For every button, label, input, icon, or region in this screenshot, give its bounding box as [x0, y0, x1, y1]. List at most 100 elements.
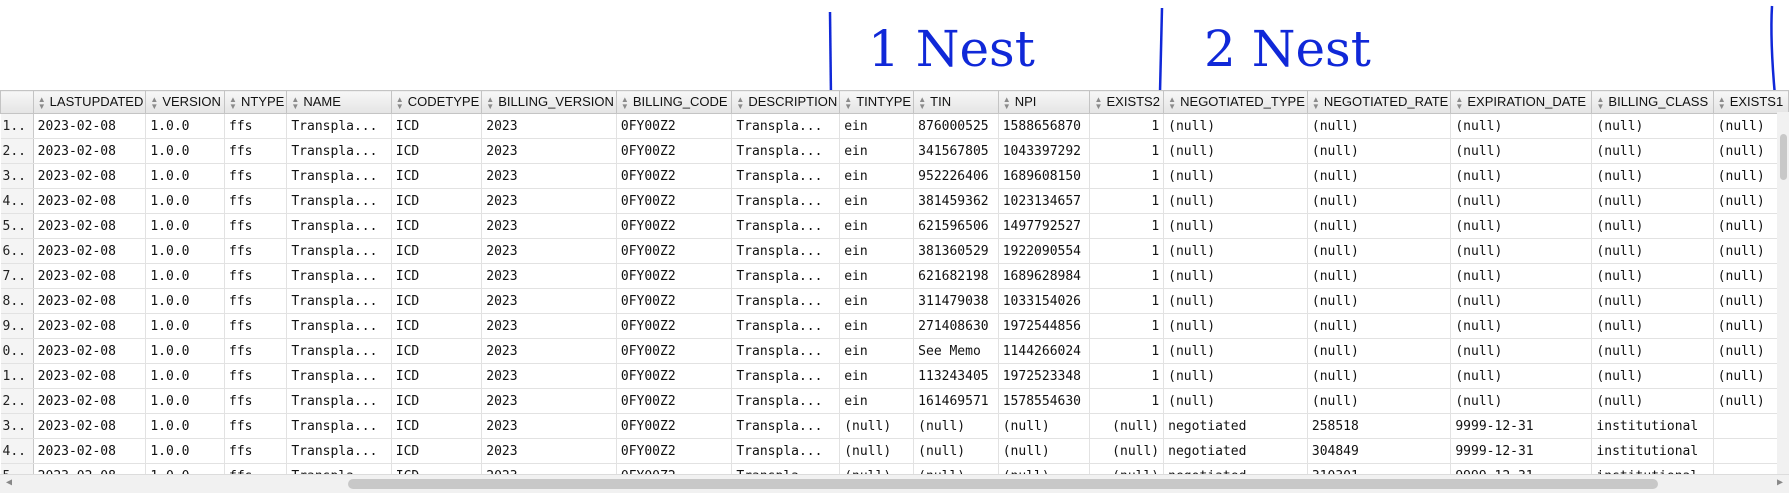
cell-version[interactable]: 1.0.0	[145, 263, 226, 289]
row-number[interactable]: 2..	[0, 388, 34, 414]
cell-version[interactable]: 1.0.0	[145, 163, 226, 189]
cell-npi[interactable]: (null)	[998, 463, 1091, 474]
cell-expiration-date[interactable]: (null)	[1450, 213, 1593, 239]
cell-ntype[interactable]: ffs	[224, 213, 288, 239]
sort-icon[interactable]: ▲ ▼	[396, 95, 404, 110]
row-number[interactable]: 6..	[0, 238, 34, 264]
cell-billing-class[interactable]: (null)	[1591, 238, 1714, 264]
cell-tin[interactable]: 113243405	[913, 363, 999, 389]
cell-billing-class[interactable]: (null)	[1591, 338, 1714, 364]
row-number[interactable]: 5..	[0, 463, 34, 474]
cell-negotiated-type[interactable]: (null)	[1163, 288, 1308, 314]
cell-codetype[interactable]: ICD	[391, 188, 483, 214]
sort-icon[interactable]: ▲ ▼	[844, 95, 852, 110]
cell-billing-version[interactable]: 2023	[481, 288, 617, 314]
cell-lastupdated[interactable]: 2023-02-08	[33, 163, 147, 189]
column-header-negotiated-type[interactable]: ▲ ▼ NEGOTIATED_TYPE	[1163, 90, 1308, 114]
column-header-billing-version[interactable]: ▲ ▼ BILLING_VERSION	[481, 90, 617, 114]
cell-negotiated-rate[interactable]: (null)	[1307, 363, 1452, 389]
vertical-scroll-thumb[interactable]	[1780, 134, 1787, 180]
row-number[interactable]: 3..	[0, 413, 34, 439]
cell-tin[interactable]: 621596506	[913, 213, 999, 239]
cell-tin[interactable]: 876000525	[913, 113, 999, 139]
cell-lastupdated[interactable]: 2023-02-08	[33, 213, 147, 239]
cell-lastupdated[interactable]: 2023-02-08	[33, 263, 147, 289]
cell-npi[interactable]: 1043397292	[998, 138, 1091, 164]
sort-icon[interactable]: ▲ ▼	[918, 95, 926, 110]
column-header-ntype[interactable]: ▲ ▼ NTYPE	[224, 90, 288, 114]
cell-npi[interactable]: 1922090554	[998, 238, 1091, 264]
cell-negotiated-rate[interactable]: 258518	[1307, 413, 1452, 439]
row-number[interactable]: 0..	[0, 338, 34, 364]
cell-tintype[interactable]: ein	[839, 138, 915, 164]
cell-exists2[interactable]: 1	[1089, 113, 1165, 139]
cell-ntype[interactable]: ffs	[224, 388, 288, 414]
cell-billing-class[interactable]: (null)	[1591, 363, 1714, 389]
cell-negotiated-type[interactable]: (null)	[1163, 238, 1308, 264]
cell-description[interactable]: Transpla...	[731, 113, 841, 139]
cell-exists2[interactable]: 1	[1089, 263, 1165, 289]
cell-version[interactable]: 1.0.0	[145, 338, 226, 364]
cell-tintype[interactable]: (null)	[839, 463, 915, 474]
cell-billing-class[interactable]: institutional	[1591, 463, 1714, 474]
cell-description[interactable]: Transpla...	[731, 388, 841, 414]
cell-exists2[interactable]: (null)	[1089, 438, 1165, 464]
cell-billing-class[interactable]: institutional	[1591, 413, 1714, 439]
cell-name[interactable]: Transpla...	[286, 363, 392, 389]
cell-exists2[interactable]: 1	[1089, 213, 1165, 239]
cell-description[interactable]: Transpla...	[731, 338, 841, 364]
cell-npi[interactable]: 1689608150	[998, 163, 1091, 189]
cell-tintype[interactable]: ein	[839, 238, 915, 264]
cell-negotiated-rate[interactable]: (null)	[1307, 238, 1452, 264]
table-row[interactable]: 3.. 2023-02-08 1.0.0 ffs Transpla... ICD 2023 0…	[0, 163, 1789, 189]
cell-tintype[interactable]: ein	[839, 363, 915, 389]
column-header-version[interactable]: ▲ ▼ VERSION	[145, 90, 226, 114]
scroll-left-icon[interactable]: ◀	[6, 477, 12, 488]
cell-tin[interactable]: (null)	[913, 413, 999, 439]
cell-expiration-date[interactable]: (null)	[1450, 113, 1593, 139]
cell-billing-code[interactable]: 0FY00Z2	[616, 188, 733, 214]
cell-expiration-date[interactable]: (null)	[1450, 163, 1593, 189]
cell-negotiated-rate[interactable]: (null)	[1307, 338, 1452, 364]
cell-negotiated-type[interactable]: (null)	[1163, 313, 1308, 339]
cell-codetype[interactable]: ICD	[391, 413, 483, 439]
column-header-expiration-date[interactable]: ▲ ▼ EXPIRATION_DATE	[1450, 90, 1593, 114]
cell-billing-version[interactable]: 2023	[481, 188, 617, 214]
cell-codetype[interactable]: ICD	[391, 363, 483, 389]
cell-version[interactable]: 1.0.0	[145, 113, 226, 139]
sort-icon[interactable]: ▲ ▼	[1094, 95, 1103, 110]
cell-negotiated-rate[interactable]: (null)	[1307, 288, 1452, 314]
sort-icon[interactable]: ▲ ▼	[736, 95, 744, 110]
cell-version[interactable]: 1.0.0	[145, 188, 226, 214]
cell-name[interactable]: Transpla...	[286, 138, 392, 164]
cell-billing-code[interactable]: 0FY00Z2	[616, 463, 733, 474]
cell-tintype[interactable]: ein	[839, 263, 915, 289]
cell-billing-version[interactable]: 2023	[481, 138, 617, 164]
cell-ntype[interactable]: ffs	[224, 313, 288, 339]
cell-billing-class[interactable]: (null)	[1591, 288, 1714, 314]
cell-name[interactable]: Transpla...	[286, 213, 392, 239]
cell-billing-class[interactable]: (null)	[1591, 113, 1714, 139]
column-header-lastupdated[interactable]: ▲ ▼ LASTUPDATED	[32, 90, 147, 114]
column-header-billing-class[interactable]: ▲ ▼ BILLING_CLASS	[1591, 90, 1714, 114]
table-row[interactable]: 9.. 2023-02-08 1.0.0 ffs Transpla... ICD 2023 0…	[0, 313, 1789, 339]
cell-billing-code[interactable]: 0FY00Z2	[616, 138, 733, 164]
cell-billing-code[interactable]: 0FY00Z2	[616, 313, 733, 339]
cell-description[interactable]: Transpla...	[731, 238, 841, 264]
cell-npi[interactable]: 1033154026	[998, 288, 1091, 314]
cell-npi[interactable]: 1972544856	[998, 313, 1091, 339]
cell-description[interactable]: Transpla...	[731, 213, 841, 239]
cell-version[interactable]: 1.0.0	[145, 413, 226, 439]
row-number[interactable]: 1..	[0, 363, 34, 389]
cell-version[interactable]: 1.0.0	[145, 463, 226, 474]
cell-tintype[interactable]: ein	[839, 213, 915, 239]
cell-name[interactable]: Transpla...	[286, 263, 392, 289]
column-header-name[interactable]: ▲ ▼ NAME	[286, 90, 392, 114]
cell-tintype[interactable]: ein	[839, 388, 915, 414]
cell-lastupdated[interactable]: 2023-02-08	[33, 463, 147, 474]
cell-tintype[interactable]: (null)	[839, 438, 915, 464]
row-number[interactable]: 5..	[0, 213, 34, 239]
table-row[interactable]: 0.. 2023-02-08 1.0.0 ffs Transpla... ICD 2023 0…	[0, 338, 1789, 364]
sort-icon[interactable]: ▲ ▼	[229, 95, 237, 110]
cell-exists2[interactable]: 1	[1089, 288, 1165, 314]
